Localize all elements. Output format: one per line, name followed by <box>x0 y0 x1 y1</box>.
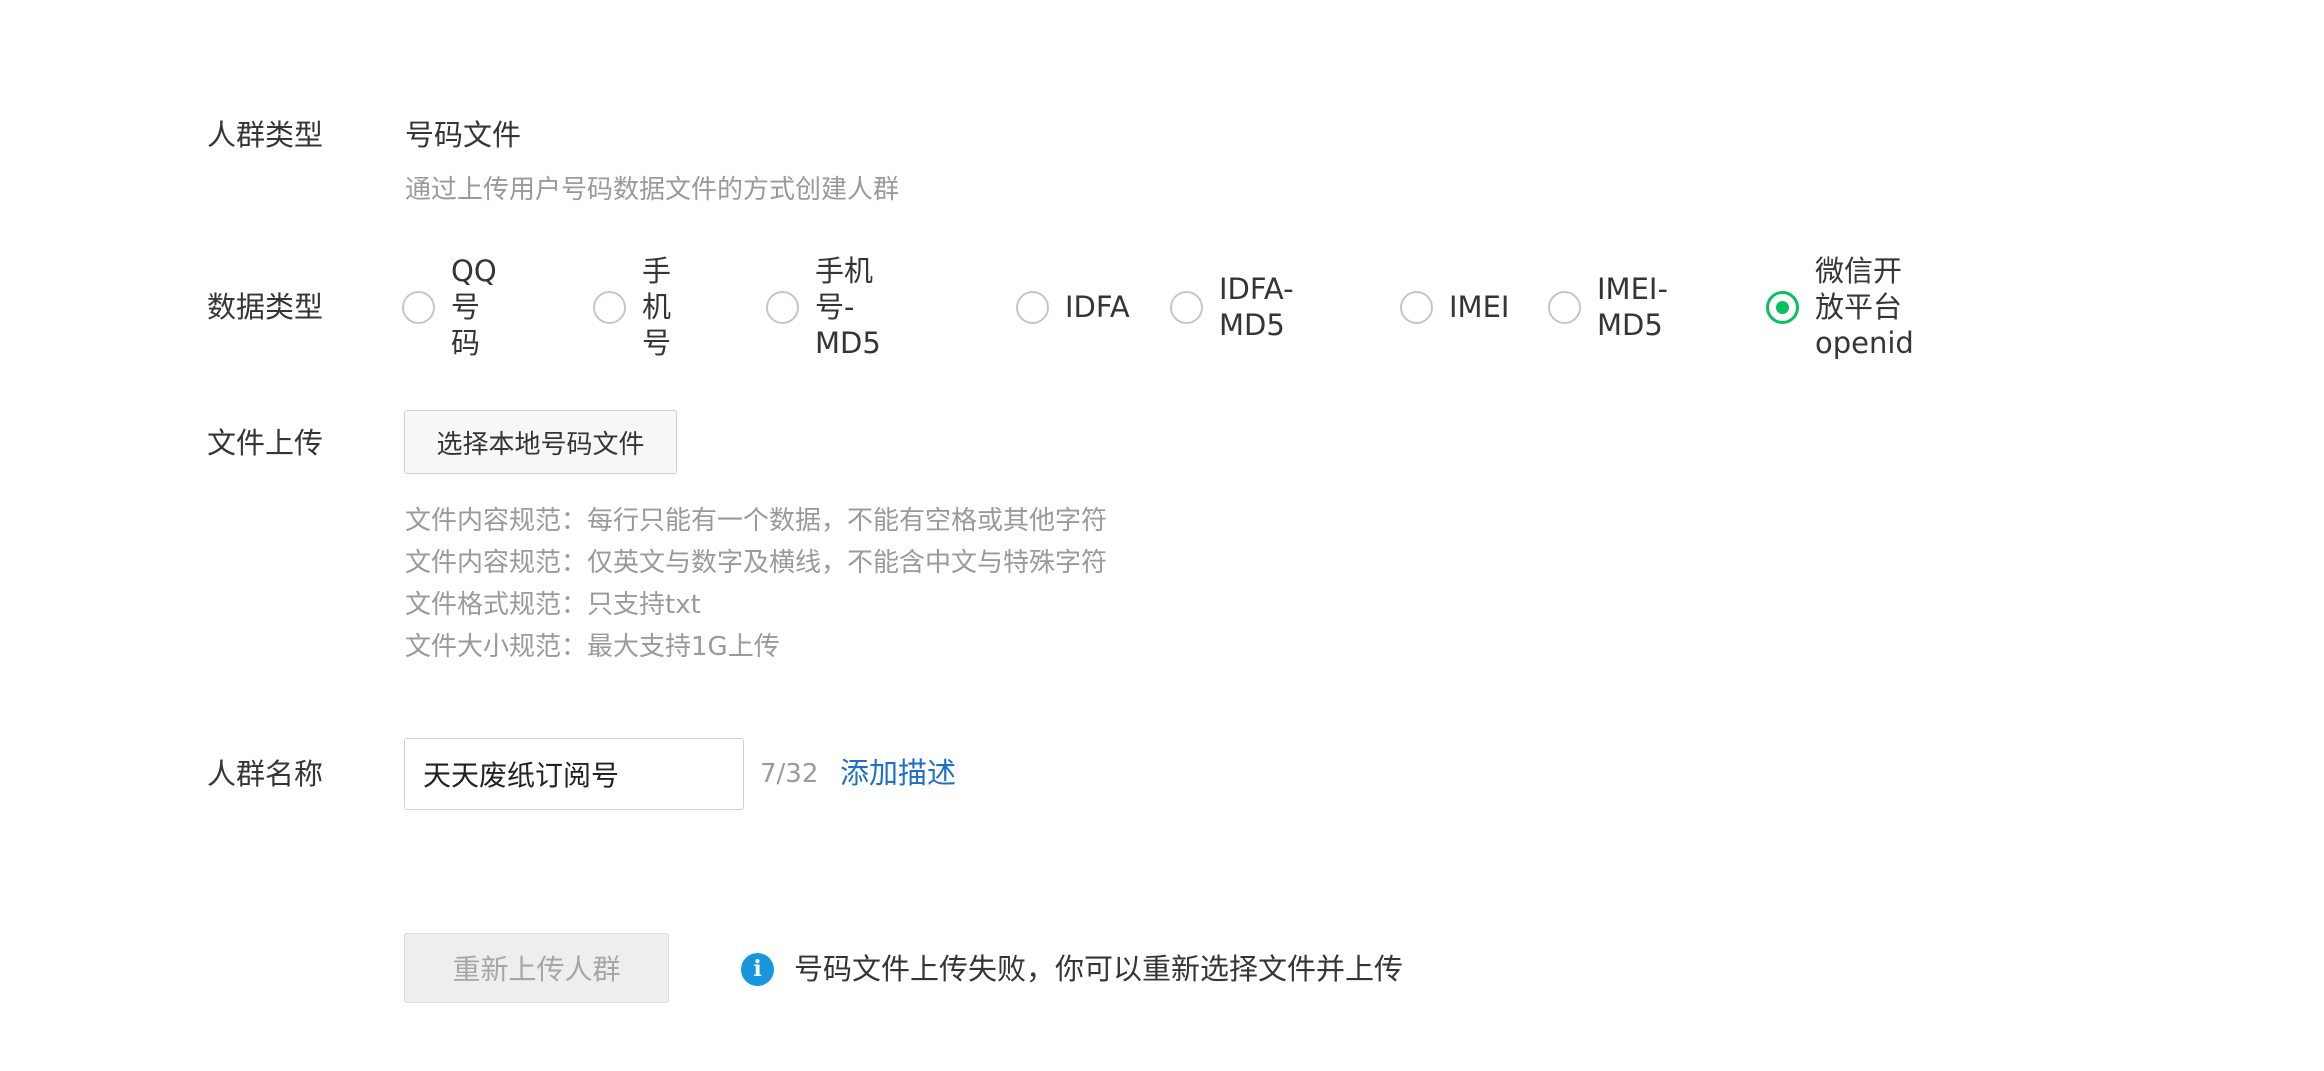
radio-button[interactable] <box>1016 290 1049 324</box>
info-icon: i <box>741 953 774 986</box>
crowd-type-value: 号码文件 <box>405 118 522 152</box>
file-spec-item: 文件大小规范：最大支持1G上传 <box>405 632 780 662</box>
crowd-name-char-counter: 7/32 <box>760 759 819 789</box>
radio-label: IMEI-MD5 <box>1597 272 1668 342</box>
radio-button[interactable] <box>766 290 799 324</box>
radio-button-checked[interactable] <box>1766 290 1799 324</box>
data-type-radio-phone-md5[interactable]: 手机号-MD5 <box>766 254 881 360</box>
data-type-radio-imei-md5[interactable]: IMEI-MD5 <box>1548 272 1668 342</box>
radio-button[interactable] <box>402 290 435 324</box>
radio-label: 微信开放平台openid <box>1815 254 1914 360</box>
radio-label: 手机号 <box>642 254 672 360</box>
radio-button[interactable] <box>1170 290 1203 324</box>
radio-label: 手机号-MD5 <box>815 254 881 360</box>
data-type-radio-wechat-openid[interactable]: 微信开放平台openid <box>1766 254 1914 360</box>
radio-button[interactable] <box>1548 290 1581 324</box>
data-type-radio-idfa-md5[interactable]: IDFA-MD5 <box>1170 272 1294 342</box>
radio-label: IDFA <box>1065 290 1130 324</box>
radio-button[interactable] <box>593 290 626 324</box>
file-spec-item: 文件格式规范：只支持txt <box>405 590 701 620</box>
radio-button[interactable] <box>1400 290 1433 324</box>
select-local-file-button[interactable]: 选择本地号码文件 <box>404 410 677 474</box>
add-description-link[interactable]: 添加描述 <box>840 754 956 792</box>
data-type-radio-idfa[interactable]: IDFA <box>1016 287 1130 327</box>
data-type-radio-imei[interactable]: IMEI <box>1400 287 1509 327</box>
crowd-name-label: 人群名称 <box>207 757 324 791</box>
radio-label: QQ号码 <box>451 254 497 360</box>
data-type-radio-phone[interactable]: 手机号 <box>593 254 671 360</box>
radio-label: IMEI <box>1449 290 1510 324</box>
file-upload-label: 文件上传 <box>207 426 324 460</box>
data-type-label: 数据类型 <box>207 290 324 324</box>
crowd-type-label: 人群类型 <box>207 118 324 152</box>
crowd-name-input[interactable] <box>404 738 744 810</box>
data-type-radio-qq[interactable]: QQ号码 <box>402 254 497 360</box>
file-spec-item: 文件内容规范：仅英文与数字及横线，不能含中文与特殊字符 <box>405 548 1108 578</box>
radio-label: IDFA-MD5 <box>1219 272 1294 342</box>
reupload-crowd-button[interactable]: 重新上传人群 <box>404 933 669 1003</box>
upload-failed-tip: 号码文件上传失败，你可以重新选择文件并上传 <box>794 952 1404 986</box>
crowd-type-description: 通过上传用户号码数据文件的方式创建人群 <box>405 175 900 205</box>
file-spec-item: 文件内容规范：每行只能有一个数据，不能有空格或其他字符 <box>405 506 1108 536</box>
file-spec-list: 文件内容规范：每行只能有一个数据，不能有空格或其他字符 文件内容规范：仅英文与数… <box>405 500 1107 668</box>
